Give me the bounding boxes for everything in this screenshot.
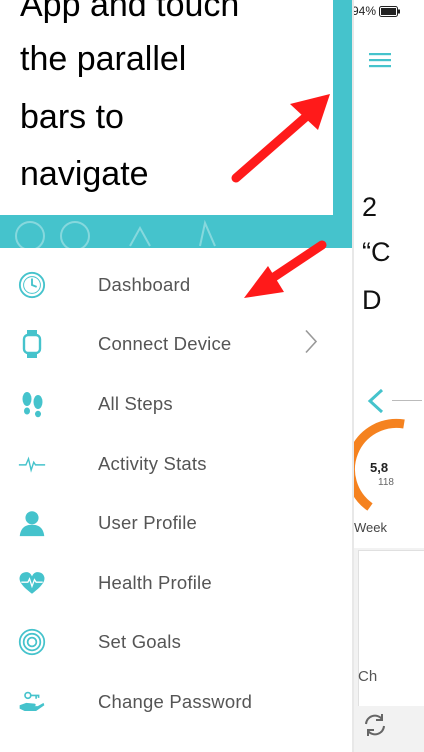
callout-line-4: navigate	[20, 155, 149, 193]
menu-item-user-profile[interactable]: User Profile	[0, 493, 352, 553]
callout-line-1: App and touch	[20, 0, 240, 24]
week-label: Week	[354, 520, 387, 535]
key-hand-icon	[18, 688, 46, 716]
chevron-left-icon[interactable]	[366, 388, 386, 414]
watch-icon	[18, 330, 46, 359]
instruction-line-2: “C	[362, 237, 391, 267]
chevron-right-icon	[304, 329, 318, 360]
instruction-line-3: D	[362, 285, 382, 315]
menu-label-connect-device: Connect Device	[98, 333, 232, 355]
footprints-icon	[18, 390, 46, 418]
menu-item-health-profile[interactable]: Health Profile	[0, 553, 352, 613]
steps-value: 5,8	[370, 460, 389, 475]
instruction-callout: App and touch the parallel bars to navig…	[0, 0, 333, 215]
main-screen-peek: 94% 2 “C D 5,8 118 Week Ch	[352, 0, 424, 752]
user-icon	[18, 509, 46, 537]
card-label: Ch	[358, 668, 378, 685]
menu-label-change-password: Change Password	[98, 690, 253, 712]
menu-item-dashboard[interactable]: Dashboard	[0, 255, 352, 315]
hamburger-menu-icon[interactable]	[369, 52, 393, 72]
battery-icon	[379, 5, 401, 17]
week-nav-divider	[392, 400, 422, 401]
callout-line-2: the parallel	[20, 40, 187, 78]
heart-pulse-icon	[18, 569, 46, 597]
clock-icon	[18, 271, 46, 299]
menu-label-health-profile: Health Profile	[98, 571, 212, 593]
pulse-line-icon	[18, 450, 46, 478]
menu-item-activity-stats[interactable]: Activity Stats	[0, 434, 352, 494]
menu-label-set-goals: Set Goals	[98, 631, 182, 653]
menu-item-all-steps[interactable]: All Steps	[0, 374, 352, 434]
menu-label-all-steps: All Steps	[98, 392, 173, 414]
sync-icon[interactable]	[362, 712, 388, 738]
menu-label-activity-stats: Activity Stats	[98, 452, 207, 474]
menu-item-set-goals[interactable]: Set Goals	[0, 613, 352, 673]
target-icon	[18, 628, 46, 656]
menu-label-dashboard: Dashboard	[98, 273, 191, 295]
callout-line-3: bars to	[20, 98, 124, 136]
drawer-edge-divider	[352, 0, 354, 752]
instruction-line-1: 2	[362, 192, 378, 222]
battery-percent: 94%	[352, 4, 377, 18]
status-bar: 94%	[352, 0, 424, 22]
drawer-menu: Dashboard Connect Device All Steps Activ…	[0, 255, 352, 732]
menu-label-user-profile: User Profile	[98, 512, 198, 534]
menu-item-connect-device[interactable]: Connect Device	[0, 315, 352, 375]
steps-subvalue: 118	[378, 477, 394, 488]
menu-item-change-password[interactable]: Change Password	[0, 672, 352, 732]
activity-silhouettes-decoration	[15, 219, 216, 248]
